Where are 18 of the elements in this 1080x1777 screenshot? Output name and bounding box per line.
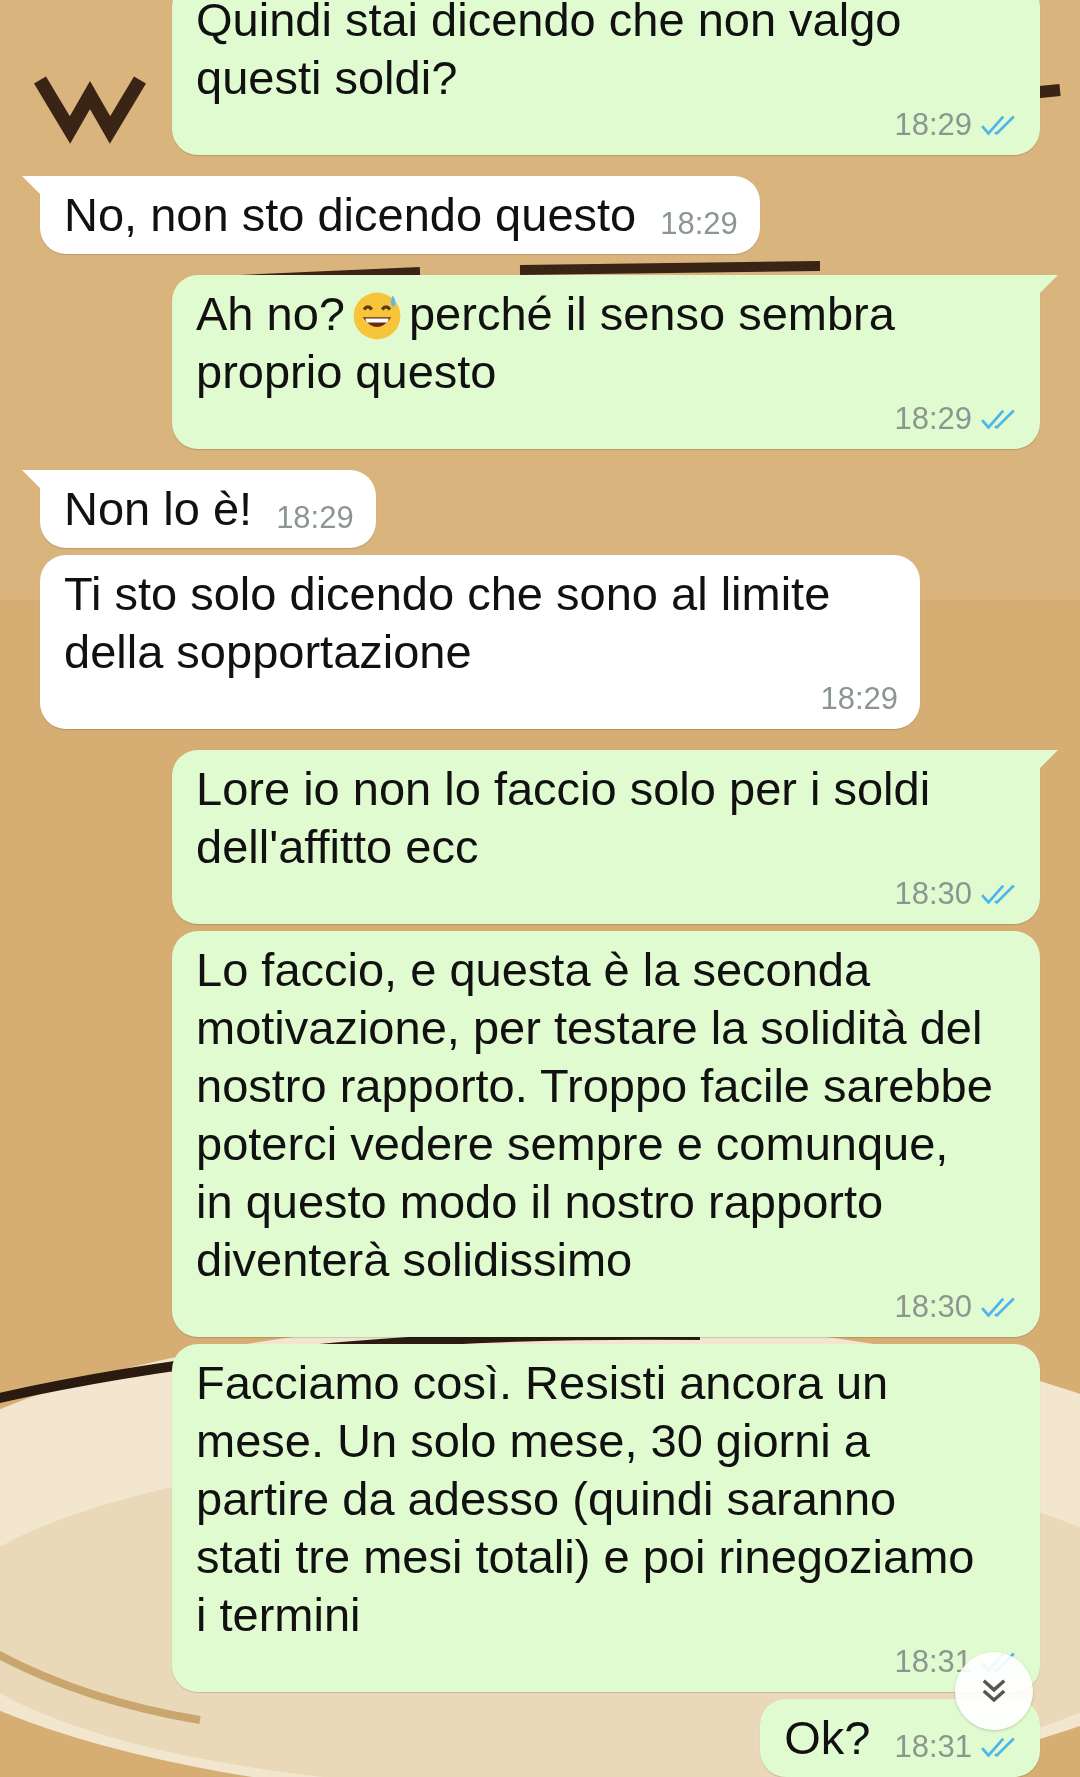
message-text: Lo faccio, e questa è la seconda motivazione, per testare la solidità del nostro rapporto. Troppo facile sarebbe poterci vedere sempre e comunque, in questo modo il nostro rapporto diventerà solidissimo [196,942,994,1288]
message-time: 18:29 [660,206,738,242]
message-time: 18:30 [894,1289,972,1325]
message-time: 18:29 [894,401,972,437]
message-time: 18:30 [894,876,972,912]
message-text: Quindi stai dicendo che non valgo questi soldi? [196,0,903,106]
message-text: Non lo è! [64,481,253,537]
message-time: 18:31 [894,1644,972,1680]
message-text: Ti sto solo dicendo che sono al limite della sopportazione [64,566,832,680]
message-text: No, non sto dicendo questo [64,187,637,243]
message-time: 18:29 [820,681,898,717]
message-text: Ok? [784,1710,871,1766]
message-text: Lore io non lo faccio solo per i soldi dell'affitto ecc [196,761,932,875]
message-text: Ah no? perché il senso sembra proprio questo [196,286,896,400]
message-time: 18:31 [894,1729,972,1765]
message-text: Facciamo così. Resisti ancora un mese. Un solo mese, 30 giorni a partire da adesso (quindi saranno stati tre mesi totali) e poi rinegoziamo i termini [196,1355,976,1643]
message-time: 18:29 [276,500,354,536]
message-time: 18:29 [894,107,972,143]
